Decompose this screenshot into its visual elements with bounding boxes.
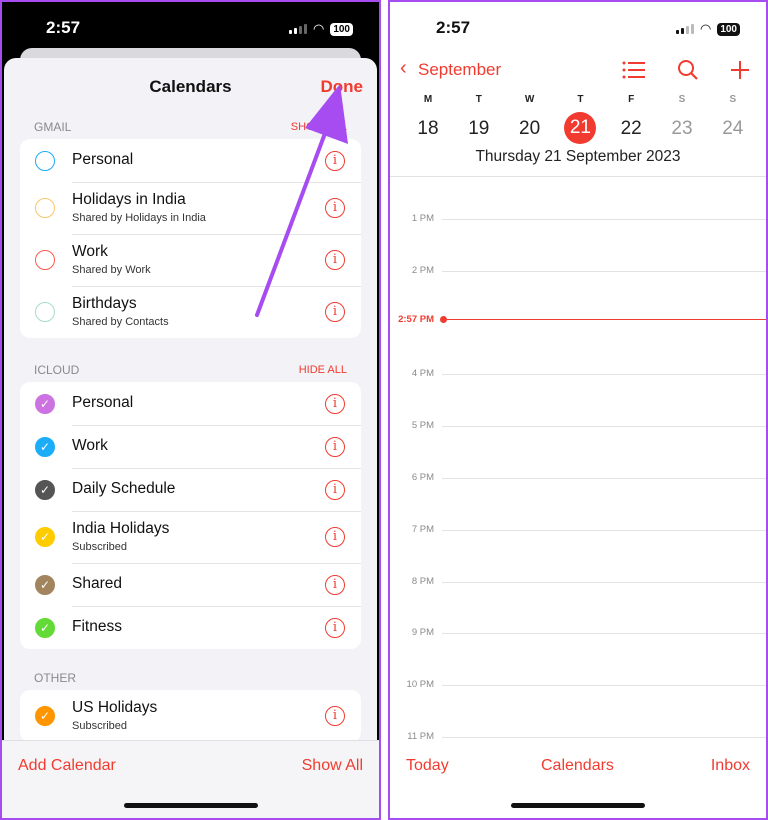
status-time: 2:57 (436, 18, 471, 37)
hour-label: 10 PM (406, 679, 434, 691)
selected-date-label: Thursday 21 September 2023 (475, 148, 681, 165)
current-time-dot (440, 316, 447, 323)
weekday-label: T (577, 94, 584, 105)
day-number[interactable]: 24 (715, 116, 751, 146)
day-number[interactable]: 20 (512, 116, 548, 146)
hour-line (442, 581, 766, 583)
hour-line (442, 529, 766, 531)
today-button[interactable]: Today (406, 757, 449, 775)
header-divider (390, 176, 766, 177)
current-time-label: 2:57 PM (398, 314, 434, 325)
list-icon[interactable] (622, 60, 646, 80)
search-icon[interactable] (677, 59, 699, 81)
hour-line (442, 270, 766, 272)
hour-label: 1 PM (411, 213, 434, 224)
signal-icon (675, 24, 694, 34)
hour-line (442, 478, 766, 479)
month-back-button[interactable]: September (418, 60, 501, 80)
weekday-label: T (475, 94, 482, 105)
hour-line (442, 374, 766, 376)
status-icons: ◠ 100 (675, 21, 740, 37)
weekday-label: F (628, 94, 635, 105)
selected-day[interactable]: 21 (564, 112, 597, 144)
hour-label: 6 PM (411, 472, 434, 483)
inbox-button[interactable]: Inbox (711, 757, 750, 775)
hour-line (442, 426, 766, 428)
calendars-button[interactable]: Calendars (541, 757, 614, 775)
day-number[interactable]: 23 (664, 116, 700, 146)
home-indicator (511, 803, 645, 808)
weekday-label: M (423, 94, 433, 105)
hour-line (442, 633, 766, 635)
weekday-label: S (678, 94, 686, 105)
hour-label: 5 PM (411, 420, 434, 432)
add-event-icon[interactable] (730, 60, 750, 80)
battery-icon: 100 (717, 22, 740, 36)
hour-label: 2 PM (411, 264, 434, 276)
weekday-label: W (524, 94, 535, 105)
annotation-arrow-icon (255, 84, 348, 317)
hour-label: 8 PM (411, 575, 434, 587)
calendars-sheet-screen: 2:57 ◠ 100 Calendars Done GMAILSHOW ALLP… (0, 0, 381, 820)
day-number[interactable]: 22 (613, 116, 649, 146)
back-chevron-icon[interactable]: ‹ (400, 57, 407, 80)
current-time-line (442, 319, 766, 320)
weekday-label: S (729, 94, 737, 105)
hour-line (442, 685, 766, 687)
hour-label: 9 PM (411, 627, 434, 639)
wifi-icon: ◠ (699, 21, 712, 36)
day-number[interactable]: 19 (461, 116, 497, 146)
hour-line (442, 219, 766, 220)
hour-label: 4 PM (411, 368, 434, 380)
hour-label: 7 PM (411, 523, 434, 535)
day-number[interactable]: 18 (410, 116, 446, 146)
day-view-screen: 2:57 ◠ 100 ‹ September M 18 T 19 W 20 T 21 F 22 S 2… (388, 0, 768, 820)
hour-label: 11 PM (407, 731, 434, 742)
hour-line (442, 737, 766, 738)
